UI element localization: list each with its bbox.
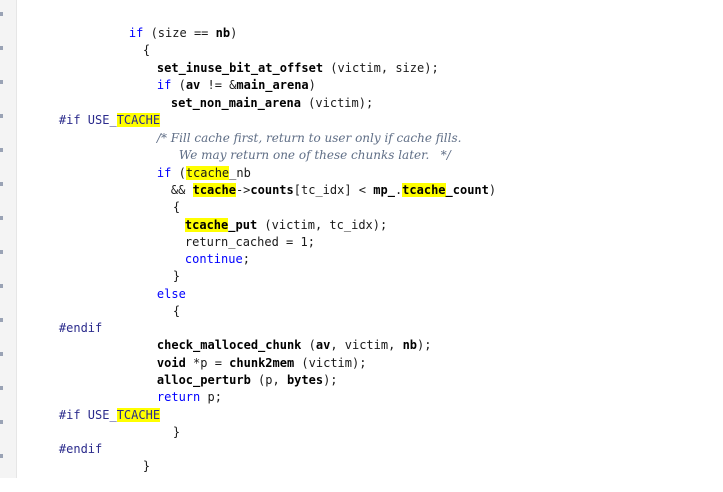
code-text: (p, [250, 373, 287, 387]
keyword: continue [184, 252, 243, 266]
gutter-marker [0, 250, 3, 254]
gutter-marker [0, 386, 3, 390]
code-line-3: set_inuse_bit_at_offset (victim, size); [128, 43, 439, 75]
code-text: [tc_idx] < [293, 183, 374, 197]
code-text: ; [242, 252, 250, 266]
code-text: ) [230, 26, 238, 40]
close-brace: } [172, 425, 181, 439]
gutter-marker [0, 454, 3, 458]
code-text: (victim, size); [323, 61, 439, 75]
keyword: return [156, 390, 201, 404]
code-line-20: void *p = chunk2mem (victim); [128, 338, 367, 370]
code-line-17: { [144, 286, 180, 318]
code-line-12: tcache_put (victim, tc_idx); [156, 200, 387, 232]
close-brace: } [142, 459, 151, 473]
code-line-13: return_cached = 1; [156, 217, 315, 249]
gutter-marker [0, 182, 3, 186]
code-line-5: set_non_main_arena (victim); [142, 78, 373, 110]
editor-gutter [0, 0, 17, 478]
code-text: -> [235, 183, 251, 197]
code-text: p; [200, 390, 222, 404]
operator: == [193, 26, 209, 40]
code-line-11: { [144, 182, 180, 214]
code-line-23: #if USE_TCACHE [30, 390, 161, 422]
gutter-marker [0, 352, 3, 356]
preprocessor: #endif [58, 321, 103, 335]
code-line-19: check_malloced_chunk (av, victim, nb); [128, 320, 432, 352]
code-text: (victim); [300, 96, 374, 110]
code-line-10: && tcache->counts[tc_idx] < mp_.tcache_c… [142, 165, 496, 197]
preprocessor: #if USE_ [58, 408, 117, 422]
preprocessor: #if USE_ [58, 113, 117, 127]
code-line-25: #endif [30, 424, 102, 456]
code-text: ); [323, 373, 338, 387]
code-line-6: #if USE_TCACHE [30, 95, 161, 127]
gutter-marker [0, 216, 3, 220]
gutter-marker [0, 114, 3, 118]
code-line-15: } [144, 251, 180, 283]
code-line-21: alloc_perturb (p, bytes); [128, 355, 338, 387]
gutter-marker [0, 148, 3, 152]
code-line-24: } [144, 407, 180, 439]
code-line-1: if (size == nb) [100, 8, 237, 40]
code-line-7: /* Fill cache first, return to user only… [128, 113, 462, 145]
function-name: set_non_main_arena [170, 96, 301, 110]
code-editor[interactable]: if (size == nb) { set_inuse_bit_at_offse… [16, 0, 723, 478]
code-text: ); [417, 338, 432, 352]
gutter-marker [0, 284, 3, 288]
open-brace: { [172, 304, 181, 318]
identifier: _count [445, 183, 489, 197]
gutter-marker [0, 46, 3, 50]
search-highlight: tcache [192, 183, 236, 197]
identifier: mp_ [373, 183, 395, 197]
code-line-14: continue; [156, 234, 250, 266]
code-line-4: if (av != &main_arena) [128, 60, 316, 92]
search-highlight: tcache [402, 183, 446, 197]
preprocessor: #endif [58, 442, 103, 456]
code-text: ) [488, 183, 497, 197]
code-line-18: #endif [30, 303, 102, 335]
code-line-2: { [114, 25, 150, 57]
gutter-marker [0, 318, 3, 322]
identifier: nb [215, 26, 231, 40]
gutter-marker [0, 12, 3, 16]
code-line-26: } [114, 441, 150, 473]
gutter-marker [0, 80, 3, 84]
code-line-16: else [128, 269, 186, 301]
code-line-8: We may return one of these chunks later.… [150, 130, 451, 162]
identifier: bytes [286, 373, 324, 387]
identifier: counts [250, 183, 294, 197]
code-line-9: if (tcache_nb [128, 148, 251, 180]
code-line-22: return p; [128, 372, 222, 404]
identifier: nb [402, 338, 418, 352]
gutter-marker [0, 420, 3, 424]
code-text: (size [143, 26, 194, 40]
